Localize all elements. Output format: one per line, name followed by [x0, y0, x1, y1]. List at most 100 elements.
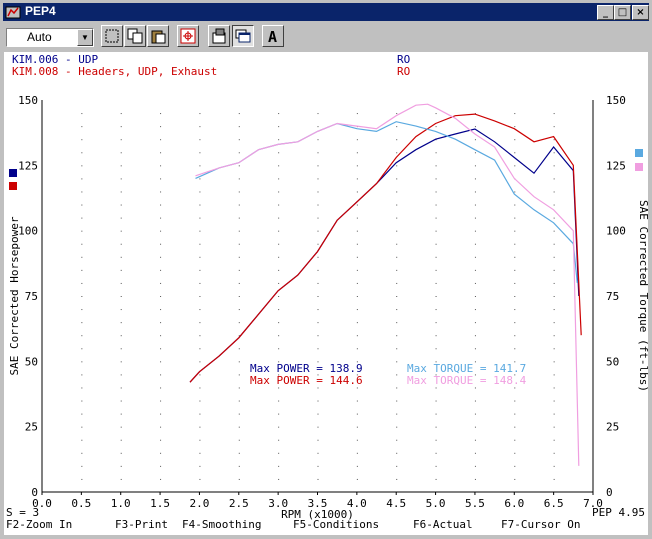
- grid-dot: [317, 452, 319, 454]
- grid-dot: [435, 452, 437, 454]
- select-tool-button[interactable]: [101, 25, 123, 47]
- grid-dot: [396, 126, 398, 128]
- x-tick-label: 6.0: [504, 497, 524, 510]
- grid-dot: [435, 413, 437, 415]
- grid-dot: [474, 439, 476, 441]
- grid-dot: [553, 413, 555, 415]
- grid-dot: [278, 452, 280, 454]
- window-mode-button[interactable]: [232, 25, 254, 47]
- grid-dot: [199, 387, 201, 389]
- function-key[interactable]: F7-Cursor On: [501, 518, 580, 531]
- grid-dot: [278, 282, 280, 284]
- grid-dot: [199, 113, 201, 115]
- copy-button[interactable]: [124, 25, 146, 47]
- grid-dot: [356, 465, 358, 467]
- grid-dot: [160, 374, 162, 376]
- pep4-window: PEP4 _ □ × Auto ▼ A KIM.006 - UDP RO KIM…: [0, 0, 652, 539]
- y2-tick-label: 150: [606, 94, 626, 107]
- grid-dot: [553, 374, 555, 376]
- paste-button[interactable]: [147, 25, 169, 47]
- grid-dot: [120, 282, 122, 284]
- grid-dot: [317, 126, 319, 128]
- grid-dot: [396, 243, 398, 245]
- grid-dot: [514, 282, 516, 284]
- grid-dot: [120, 139, 122, 141]
- grid-dot: [317, 348, 319, 350]
- x-tick-label: 5.0: [426, 497, 446, 510]
- properties-button[interactable]: [208, 25, 230, 47]
- grid-dot: [278, 439, 280, 441]
- grid-dot: [317, 217, 319, 219]
- grid-dot: [553, 348, 555, 350]
- grid-dot: [553, 361, 555, 363]
- close-button[interactable]: ×: [632, 5, 649, 20]
- grid-dot: [160, 413, 162, 415]
- grid-dot: [514, 165, 516, 167]
- grid-dot: [278, 478, 280, 480]
- grid-dot: [435, 269, 437, 271]
- grid-dot: [120, 269, 122, 271]
- grid-dot: [278, 269, 280, 271]
- grid-dot: [396, 178, 398, 180]
- app-icon[interactable]: [5, 4, 21, 20]
- minimize-button[interactable]: _: [597, 5, 614, 20]
- grid-dot: [514, 348, 516, 350]
- grid-dot: [514, 400, 516, 402]
- max-label: Max TORQUE = 148.4: [407, 374, 527, 387]
- grid-dot: [278, 243, 280, 245]
- y-tick-label: 25: [25, 421, 38, 434]
- grid-dot: [81, 152, 83, 154]
- grid-dot: [514, 413, 516, 415]
- grid-dot: [435, 152, 437, 154]
- grid-dot: [356, 165, 358, 167]
- zoom-select[interactable]: Auto ▼: [6, 28, 94, 47]
- grid-dot: [553, 309, 555, 311]
- grid-dot: [238, 322, 240, 324]
- dyno-plot: KIM.006 - UDP ROKIM.008 - Headers, UDP, E…: [6, 53, 650, 531]
- grid-dot: [474, 282, 476, 284]
- grid-dot: [514, 269, 516, 271]
- grid-dot: [553, 230, 555, 232]
- grid-dot: [553, 126, 555, 128]
- chevron-down-icon[interactable]: ▼: [77, 29, 93, 46]
- grid-dot: [199, 361, 201, 363]
- x-tick-label: 6.5: [544, 497, 564, 510]
- grid-dot: [356, 322, 358, 324]
- grid-dot: [278, 400, 280, 402]
- grid-dot: [81, 322, 83, 324]
- function-key[interactable]: F2-Zoom In: [6, 518, 72, 531]
- dyno-chart: KIM.006 - UDP RO KIM.008 - Headers, UDP, E…: [4, 52, 650, 535]
- function-key[interactable]: F5-Conditions: [293, 518, 379, 531]
- grid-dot: [553, 152, 555, 154]
- power-2-marker: [9, 182, 17, 190]
- grid-dot: [199, 335, 201, 337]
- maximize-button[interactable]: □: [614, 5, 631, 20]
- y-tick-label: 100: [18, 225, 38, 238]
- grid-dot: [238, 243, 240, 245]
- grid-dot: [317, 413, 319, 415]
- grid-dot: [160, 230, 162, 232]
- x-tick-label: 1.0: [111, 497, 131, 510]
- grid-dot: [81, 178, 83, 180]
- function-key[interactable]: F3-Print: [115, 518, 168, 531]
- function-key[interactable]: F4-Smoothing: [182, 518, 261, 531]
- grid-dot: [120, 230, 122, 232]
- zoom-fit-button[interactable]: [177, 25, 199, 47]
- grid-dot: [356, 243, 358, 245]
- grid-dot: [553, 452, 555, 454]
- grid-dot: [396, 361, 398, 363]
- font-button[interactable]: A: [262, 25, 284, 47]
- function-key[interactable]: F6-Actual: [413, 518, 473, 531]
- grid-dot: [238, 413, 240, 415]
- grid-dot: [120, 426, 122, 428]
- title-bar[interactable]: PEP4 _ □ ×: [3, 3, 649, 21]
- grid-dot: [238, 387, 240, 389]
- grid-dot: [356, 178, 358, 180]
- properties-icon: [212, 28, 226, 44]
- grid-dot: [317, 400, 319, 402]
- grid-dot: [396, 348, 398, 350]
- window-mode-icon: [235, 29, 251, 43]
- grid-dot: [317, 152, 319, 154]
- grid-dot: [278, 465, 280, 467]
- grid-dot: [356, 204, 358, 206]
